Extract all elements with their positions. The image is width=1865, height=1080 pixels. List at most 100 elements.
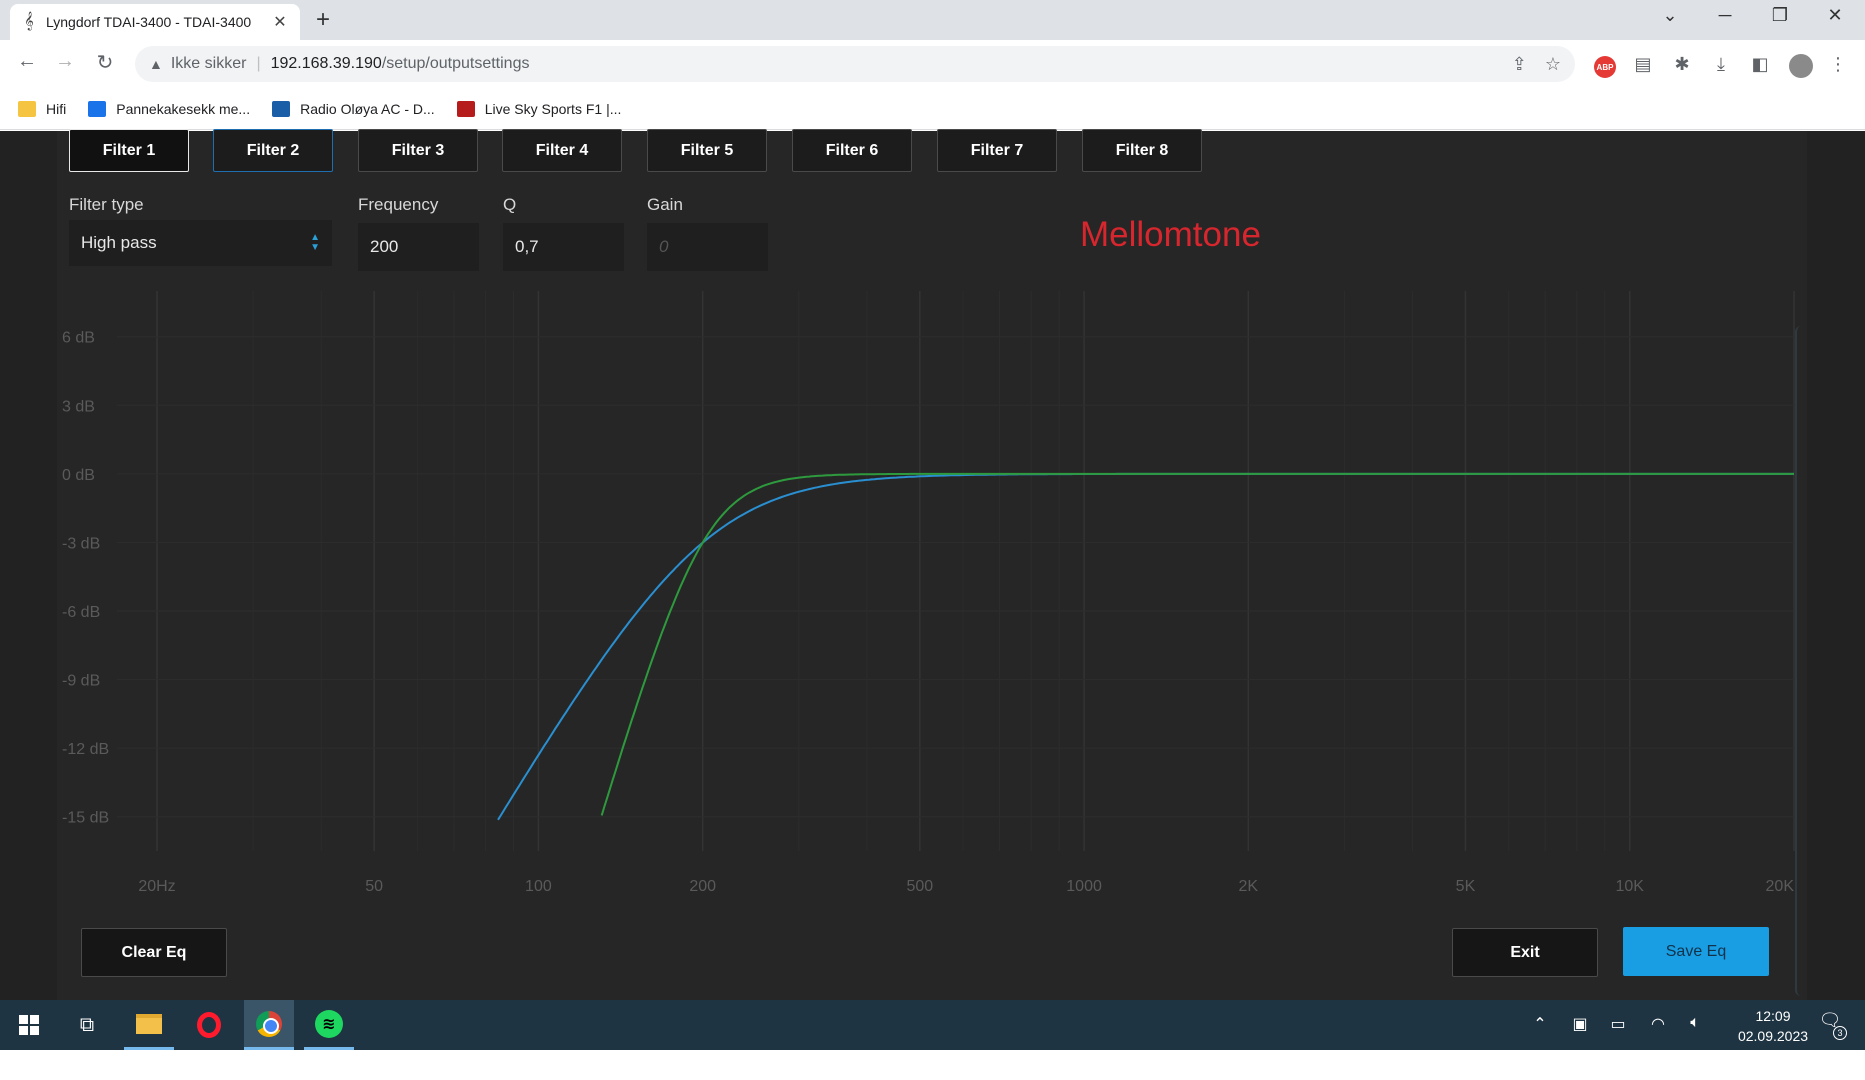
restore-icon[interactable]: ❐ xyxy=(1760,5,1800,26)
response-curve-2 xyxy=(600,472,1794,816)
q-label: Q xyxy=(503,195,517,214)
opera-icon[interactable] xyxy=(184,1000,234,1050)
response-curve-1 xyxy=(497,472,1794,821)
gain-label: Gain xyxy=(647,195,683,214)
file-explorer-icon[interactable] xyxy=(124,1000,174,1050)
exit-button[interactable]: Exit xyxy=(1452,928,1598,977)
tab-filter-1[interactable]: Filter 1 xyxy=(69,129,189,172)
x-tick-label: 20K xyxy=(1766,878,1795,895)
bookmark-label: Hifi xyxy=(46,100,67,117)
x-tick-label: 100 xyxy=(525,878,552,895)
tab-filter-7[interactable]: Filter 7 xyxy=(937,129,1057,172)
y-tick-label: 3 dB xyxy=(62,398,95,415)
security-label: Ikke sikker xyxy=(170,55,247,72)
select-arrows-icon: ▲ ▼ xyxy=(310,232,320,253)
back-icon[interactable]: ← xyxy=(12,50,42,73)
address-bar[interactable]: ▲ Ikke sikker | 192.168.39.190/setup/out… xyxy=(135,46,1575,82)
spotify-icon[interactable]: ≋ xyxy=(304,1000,354,1050)
minimize-icon[interactable]: ─ xyxy=(1705,5,1745,26)
y-tick-label: -15 dB xyxy=(62,810,109,827)
nrk-icon xyxy=(88,100,107,117)
profile-avatar[interactable] xyxy=(1789,54,1813,78)
x-tick-label: 20Hz xyxy=(138,878,175,895)
bookmark-sky-sports[interactable]: Live Sky Sports F1 |... xyxy=(456,100,622,117)
y-tick-label: -12 dB xyxy=(62,741,109,758)
y-tick-label: 6 dB xyxy=(62,330,95,347)
address-separator: | xyxy=(256,55,261,72)
close-window-icon[interactable]: ✕ xyxy=(1815,5,1855,26)
tab-search-icon[interactable]: ⌄ xyxy=(1650,5,1690,26)
bookmarks-bar: Hifi Pannekakesekk me... Radio Oløya AC … xyxy=(0,88,1865,130)
chrome-icon[interactable] xyxy=(244,1000,294,1050)
radio-icon xyxy=(272,100,291,117)
new-tab-icon[interactable]: + xyxy=(316,6,330,34)
bookmark-radio[interactable]: Radio Oløya AC - D... xyxy=(272,100,435,117)
x-tick-label: 2K xyxy=(1239,878,1259,895)
x-tick-label: 5K xyxy=(1456,878,1476,895)
tab-filter-4[interactable]: Filter 4 xyxy=(502,129,622,172)
adblock-icon[interactable]: ABP xyxy=(1594,56,1616,78)
download-icon[interactable]: ⤓ xyxy=(1708,54,1734,75)
y-tick-label: -3 dB xyxy=(62,535,100,552)
bookmark-label: Live Sky Sports F1 |... xyxy=(484,100,622,117)
taskbar: ⧉ ≋ ⌃ ▣ ▭ ◠ 🔈︎ 12:09 02.09.2023 🗨︎ 3 xyxy=(0,1000,1865,1050)
show-hidden-icons-icon[interactable]: ⌃ xyxy=(1525,1014,1555,1034)
reload-icon[interactable]: ↻ xyxy=(90,50,120,75)
eq-page: Filter 1 Filter 2 Filter 3 Filter 4 Filt… xyxy=(0,129,1865,1000)
wifi-icon[interactable]: ◠ xyxy=(1643,1014,1673,1034)
clear-eq-button[interactable]: Clear Eq xyxy=(81,928,227,977)
tab-title: Lyngdorf TDAI-3400 - TDAI-3400 xyxy=(46,14,252,30)
url-text: 192.168.39.190/setup/outputsettings xyxy=(271,55,530,73)
x-tick-label: 1000 xyxy=(1066,878,1102,895)
bookmark-hifi[interactable]: Hifi xyxy=(18,100,67,117)
battery-icon[interactable]: ▭ xyxy=(1603,1014,1633,1034)
q-input[interactable]: 0,7 xyxy=(503,223,624,271)
treble-clef-icon: 𝄞 xyxy=(24,13,34,30)
windows-start-icon[interactable] xyxy=(4,1000,54,1050)
url-host: 192.168.39.190 xyxy=(270,55,382,72)
y-tick-label: -6 dB xyxy=(62,604,100,621)
extensions-icon[interactable]: ✱ xyxy=(1669,54,1695,75)
filter-type-value: High pass xyxy=(81,233,157,252)
filter-type-select[interactable]: High pass ▲ ▼ xyxy=(69,220,332,266)
teams-icon[interactable]: ▣ xyxy=(1565,1014,1595,1034)
bookmark-label: Radio Oløya AC - D... xyxy=(300,100,435,117)
bookmark-label: Pannekakesekk me... xyxy=(116,100,251,117)
notification-count: 3 xyxy=(1833,1026,1847,1040)
close-tab-icon[interactable]: ✕ xyxy=(270,12,290,32)
forward-icon[interactable]: → xyxy=(50,50,80,73)
gain-input[interactable]: 0 xyxy=(647,223,768,271)
volume-icon[interactable]: 🔈︎ xyxy=(1680,1014,1710,1032)
share-icon[interactable]: ⇪ xyxy=(1512,54,1527,75)
browser-tab[interactable]: 𝄞 Lyngdorf TDAI-3400 - TDAI-3400 ✕ xyxy=(10,4,300,40)
x-tick-label: 500 xyxy=(906,878,933,895)
filter-type-label: Filter type xyxy=(69,195,144,214)
tab-filter-2[interactable]: Filter 2 xyxy=(213,129,333,172)
tab-filter-5[interactable]: Filter 5 xyxy=(647,129,767,172)
folder-icon xyxy=(18,100,36,117)
frequency-label: Frequency xyxy=(358,195,439,214)
tab-filter-8[interactable]: Filter 8 xyxy=(1082,129,1202,172)
frequency-input[interactable]: 200 xyxy=(358,223,479,271)
x-tick-label: 50 xyxy=(365,878,383,895)
cast-icon[interactable]: ▤ xyxy=(1630,54,1656,75)
browser-toolbar: ← → ↻ ▲ Ikke sikker | 192.168.39.190/set… xyxy=(0,40,1865,88)
bookmark-pannekakesekk[interactable]: Pannekakesekk me... xyxy=(88,100,251,117)
url-path: /setup/outputsettings xyxy=(381,55,530,72)
bookmark-star-icon[interactable]: ☆ xyxy=(1545,54,1561,75)
frequency-response-chart: 6 dB 3 dB 0 dB -3 dB -6 dB -9 dB -12 dB -15 dB 2… xyxy=(62,291,1795,895)
side-panel-icon[interactable]: ◧ xyxy=(1747,54,1773,75)
y-tick-label: 0 dB xyxy=(62,467,95,484)
x-tick-label: 200 xyxy=(689,878,716,895)
tab-filter-3[interactable]: Filter 3 xyxy=(358,129,478,172)
browser-tab-strip: 𝄞 Lyngdorf TDAI-3400 - TDAI-3400 ✕ + ⌄ ─… xyxy=(0,0,1865,40)
screen-bottom-strip xyxy=(0,1050,1865,1080)
task-view-icon[interactable]: ⧉ xyxy=(62,1000,112,1050)
y-tick-label: -9 dB xyxy=(62,673,100,690)
annotation-label: Mellomtone xyxy=(1080,215,1261,254)
sky-sports-icon xyxy=(456,100,475,117)
tab-filter-6[interactable]: Filter 6 xyxy=(792,129,912,172)
x-tick-label: 10K xyxy=(1616,878,1645,895)
menu-icon[interactable]: ⋮ xyxy=(1825,54,1851,75)
save-eq-button[interactable]: Save Eq xyxy=(1623,927,1769,976)
